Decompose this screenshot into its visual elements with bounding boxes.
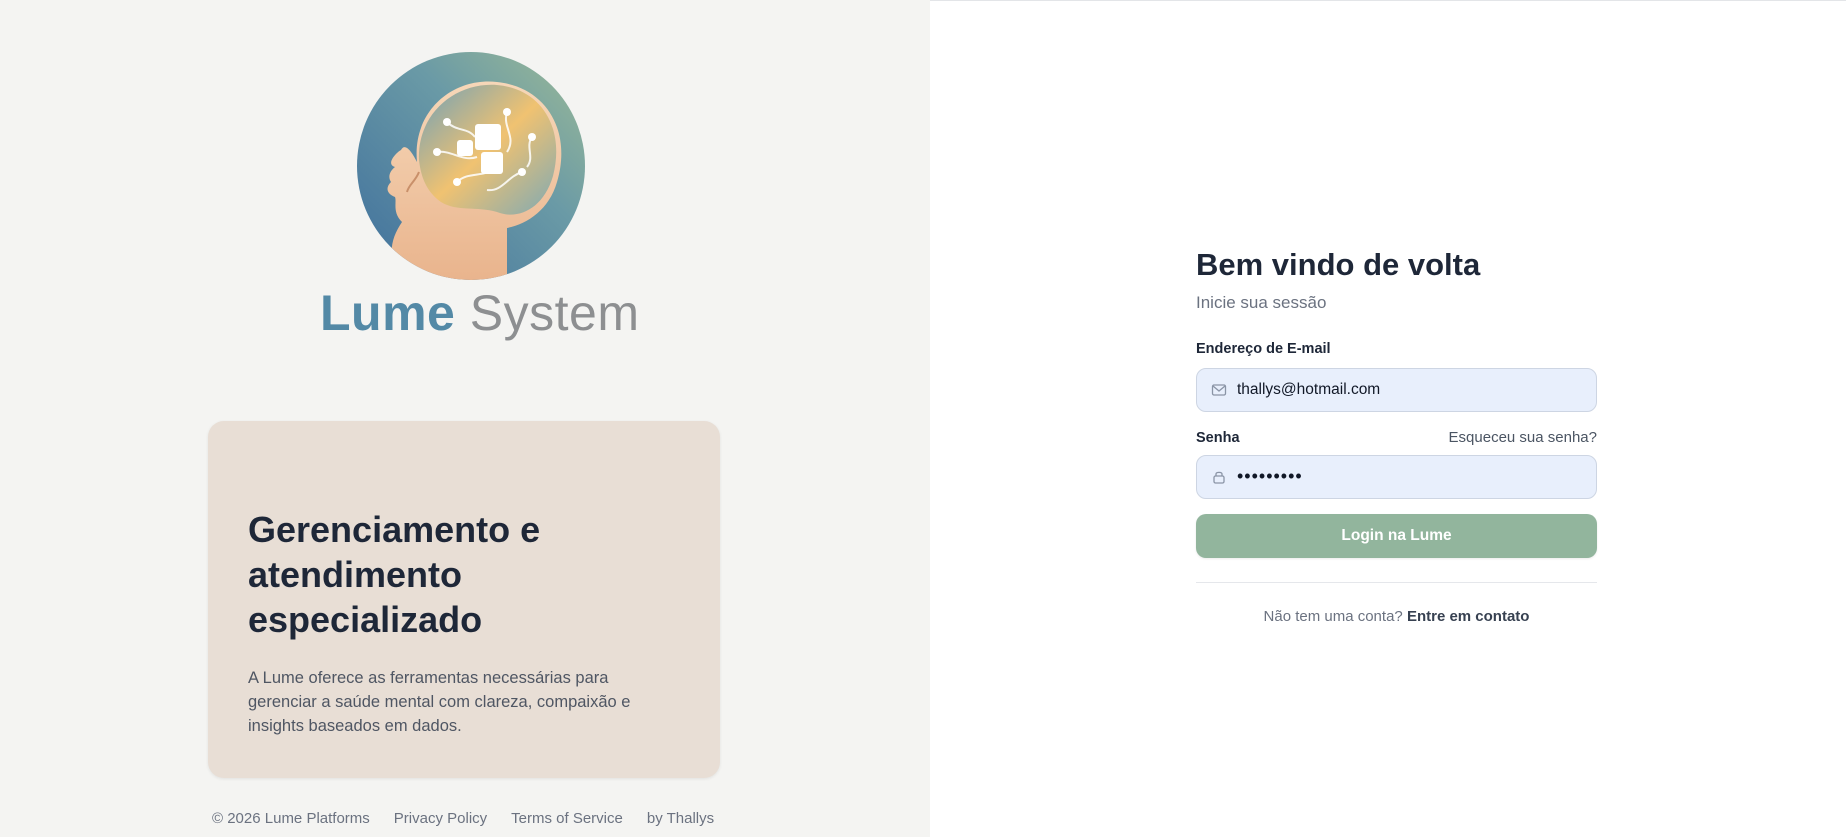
login-title: Bem vindo de volta: [1196, 247, 1481, 282]
footer-terms-link[interactable]: Terms of Service: [511, 810, 623, 827]
password-value: •••••••••: [1237, 466, 1303, 486]
brand-name-part1: Lume: [320, 285, 456, 341]
password-field[interactable]: •••••••••: [1196, 455, 1597, 499]
password-label-row: Senha Esqueceu sua senha?: [1196, 429, 1597, 446]
email-label-row: Endereço de E-mail: [1196, 341, 1597, 357]
brand-wordmark: Lume System: [320, 284, 639, 342]
lock-icon: [1213, 471, 1225, 484]
login-form: Bem vindo de volta Inicie sua sessão End…: [1196, 245, 1597, 625]
login-subtitle: Inicie sua sessão: [1196, 293, 1327, 312]
brand-logo: Lume System: [320, 52, 639, 352]
promo-title: Gerenciamento e atendimento especializad…: [248, 509, 541, 640]
login-button[interactable]: Login na Lume: [1196, 514, 1597, 558]
brand-name-part2: System: [469, 285, 640, 341]
email-value: thallys@hotmail.com: [1237, 381, 1381, 398]
brain-head-logo-icon: [357, 52, 585, 280]
contact-link[interactable]: Entre em contato: [1407, 608, 1530, 625]
brand-panel: Lume System Gerenciamento e atendimento …: [0, 0, 930, 837]
password-label: Senha: [1196, 429, 1240, 446]
promo-card: Gerenciamento e atendimento especializad…: [208, 421, 720, 778]
login-panel: Bem vindo de volta Inicie sua sessão End…: [930, 0, 1846, 837]
mail-icon: [1211, 384, 1227, 396]
forgot-password-link[interactable]: Esqueceu sua senha?: [1449, 429, 1597, 446]
footer-author: by Thallys: [646, 810, 715, 827]
email-field[interactable]: thallys@hotmail.com: [1196, 368, 1597, 412]
form-divider: [1196, 582, 1597, 583]
footer: © 2026 Lume Platforms Privacy Policy Ter…: [212, 810, 714, 827]
promo-description: A Lume oferece as ferramentas necessária…: [248, 669, 631, 735]
footer-copyright: © 2026 Lume Platforms: [212, 810, 370, 827]
footer-privacy-link[interactable]: Privacy Policy: [394, 810, 487, 827]
no-account-text: Não tem uma conta?: [1263, 608, 1403, 625]
email-label: Endereço de E-mail: [1196, 341, 1331, 357]
signup-prompt: Não tem uma conta? Entre em contato: [1196, 608, 1597, 625]
